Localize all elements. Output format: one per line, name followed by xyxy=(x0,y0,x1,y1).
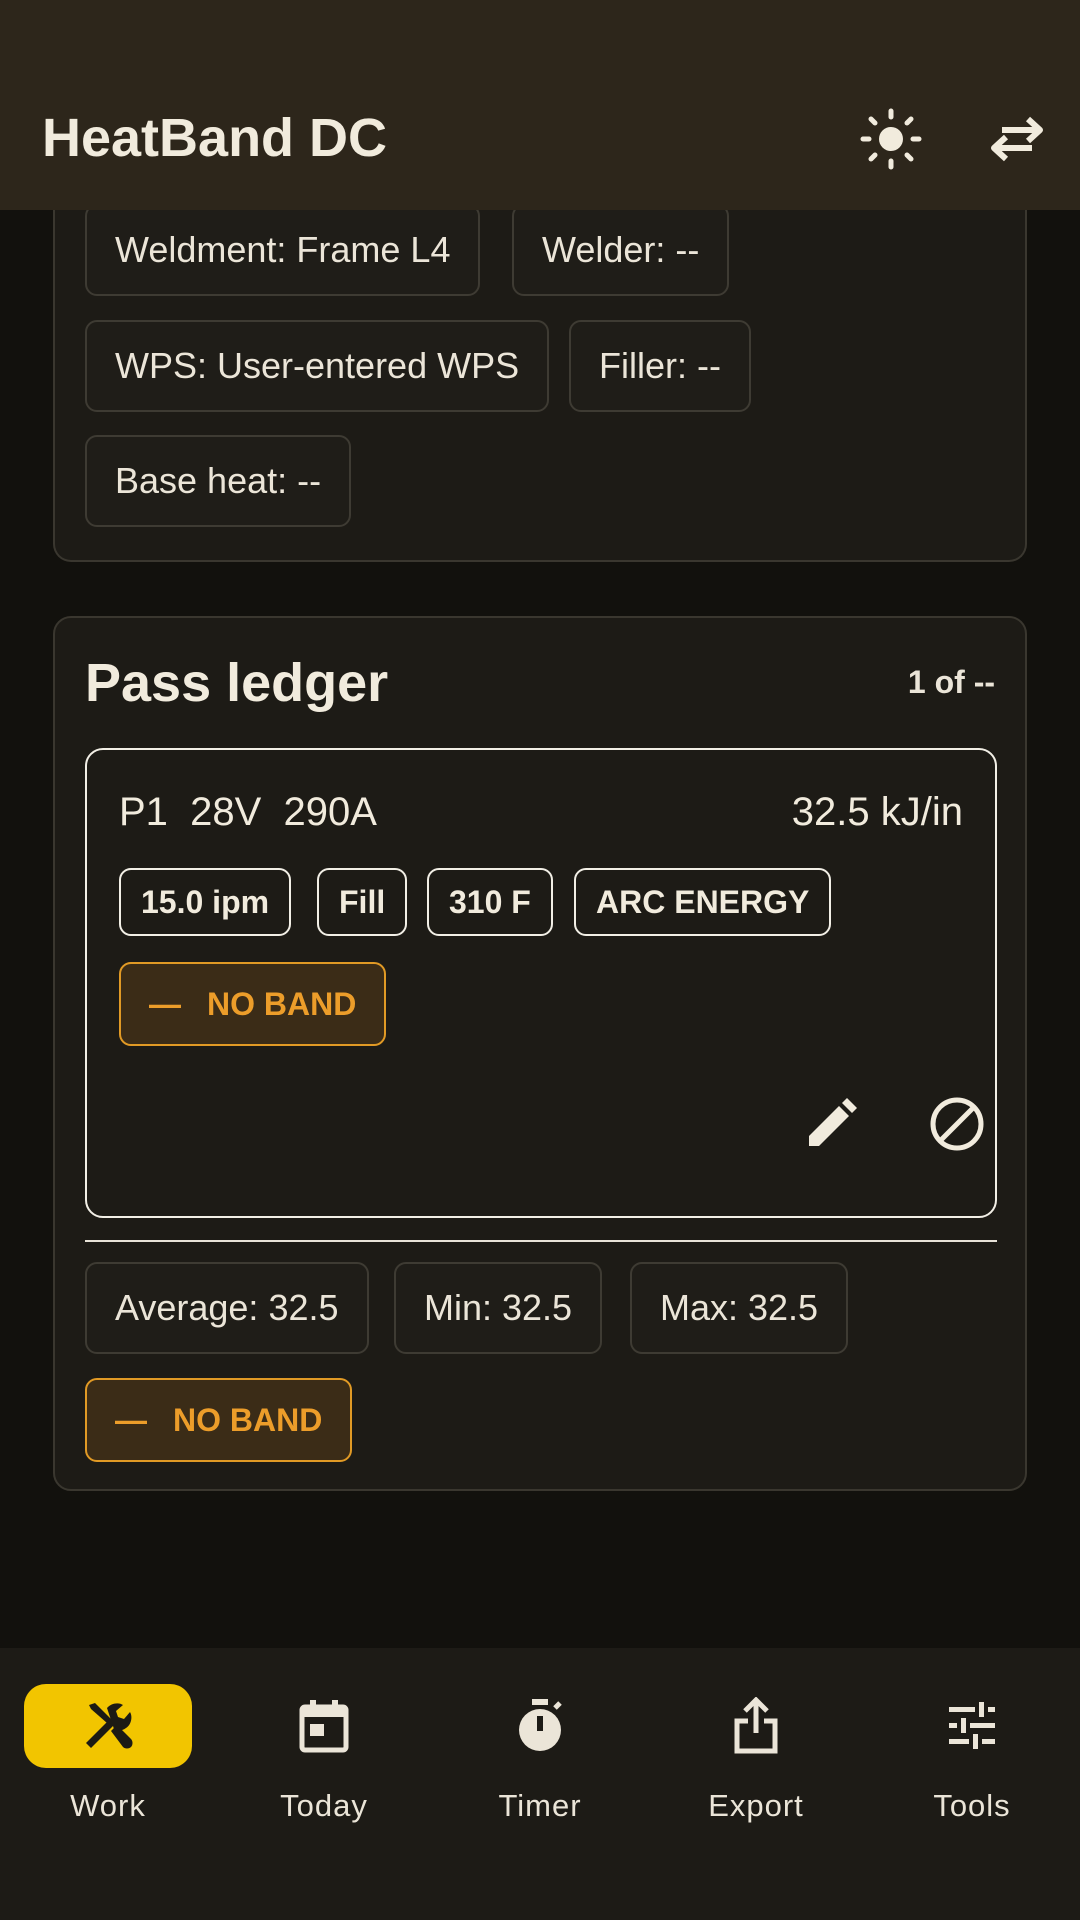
calendar-icon xyxy=(240,1684,408,1768)
summary-band-badge: — NO BAND xyxy=(85,1378,353,1462)
min-chip: Min: 32.5 xyxy=(394,1262,603,1354)
nav-today[interactable]: Today xyxy=(216,1684,432,1864)
nav-export[interactable]: Export xyxy=(648,1684,864,1864)
sliders-icon xyxy=(888,1684,1056,1768)
welder-chip[interactable]: Welder: -- xyxy=(512,204,730,296)
sun-icon[interactable] xyxy=(856,104,926,174)
nav-label: Work xyxy=(70,1788,146,1823)
energy-mode-tag: ARC ENERGY xyxy=(574,868,832,936)
average-chip: Average: 32.5 xyxy=(85,1262,369,1354)
dash-icon: — xyxy=(149,985,181,1022)
pass-ledger-card: Pass ledger 1 of -- P1 28V 290A 32.5 kJ/… xyxy=(53,616,1027,1491)
band-label: NO BAND xyxy=(173,1401,323,1438)
tools-icon xyxy=(24,1684,192,1768)
bottom-navigation: Work Today Timer Export Tools xyxy=(0,1648,1080,1920)
base-heat-chip[interactable]: Base heat: -- xyxy=(85,435,352,527)
dash-icon: — xyxy=(115,1401,147,1438)
nav-label: Timer xyxy=(498,1788,582,1823)
pass-entry[interactable]: P1 28V 290A 32.5 kJ/in 15.0 ipm Fill 310… xyxy=(85,748,997,1218)
timer-icon xyxy=(456,1684,624,1768)
nav-label: Today xyxy=(280,1788,368,1823)
nav-work[interactable]: Work xyxy=(0,1684,216,1864)
nav-label: Export xyxy=(708,1788,804,1823)
ledger-divider xyxy=(85,1240,997,1242)
pass-label: P1 28V 290A xyxy=(119,790,377,834)
job-details-card: Weldment: Frame L4 Welder: -- WPS: User-… xyxy=(53,150,1027,562)
swap-icon[interactable] xyxy=(982,104,1052,174)
ledger-count: 1 of -- xyxy=(907,664,995,700)
filler-chip[interactable]: Filler: -- xyxy=(569,320,751,412)
pass-type-tag: Fill xyxy=(317,868,408,936)
nav-label: Tools xyxy=(933,1788,1011,1823)
nav-tools[interactable]: Tools xyxy=(864,1684,1080,1864)
wps-chip[interactable]: WPS: User-entered WPS xyxy=(85,320,550,412)
travel-speed-tag: 15.0 ipm xyxy=(119,868,292,936)
band-label: NO BAND xyxy=(207,985,357,1022)
share-icon xyxy=(672,1684,840,1768)
top-app-bar: HeatBand DC xyxy=(0,0,1080,210)
pass-energy: 32.5 kJ/in xyxy=(791,790,963,834)
edit-icon[interactable] xyxy=(799,1092,863,1156)
max-chip: Max: 32.5 xyxy=(630,1262,849,1354)
ledger-title: Pass ledger xyxy=(85,653,389,713)
pass-band-badge: — NO BAND xyxy=(119,962,387,1046)
interpass-temp-tag: 310 F xyxy=(427,868,553,936)
app-title: HeatBand DC xyxy=(42,108,388,168)
nav-timer[interactable]: Timer xyxy=(432,1684,648,1864)
weldment-chip[interactable]: Weldment: Frame L4 xyxy=(85,204,481,296)
void-icon[interactable] xyxy=(925,1092,989,1156)
